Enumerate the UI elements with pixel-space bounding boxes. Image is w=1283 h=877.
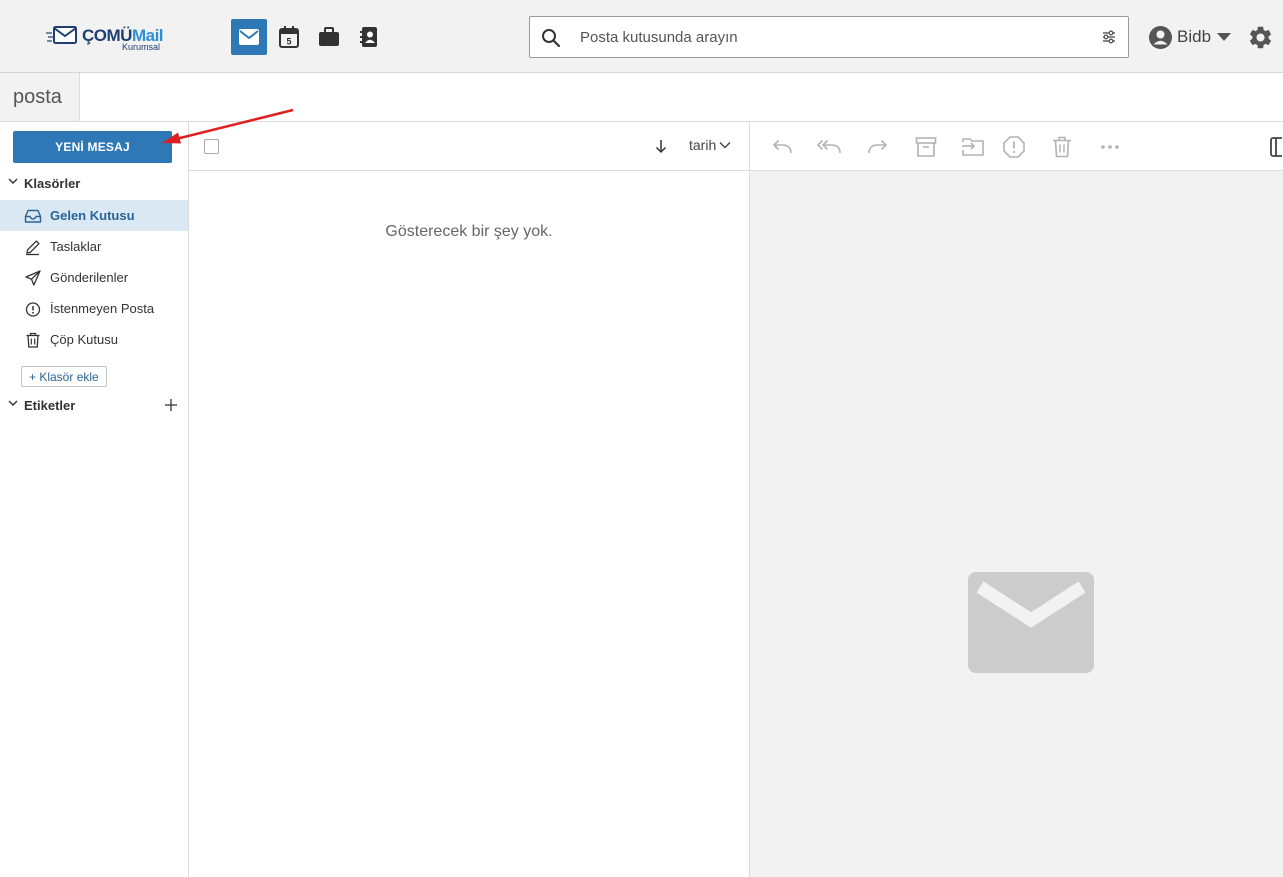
select-all-checkbox[interactable] <box>204 139 219 154</box>
folder-trash[interactable]: Çöp Kutusu <box>0 324 188 355</box>
caret-down-icon <box>1217 33 1232 41</box>
reply-all-icon <box>816 139 841 154</box>
move-folder-icon <box>962 138 984 156</box>
envelope-logo-icon <box>46 26 77 44</box>
top-bar: ÇOMÜMail Kurumsal 5 Posta kutusunda aray… <box>0 0 1283 73</box>
add-folder-button[interactable]: + Klasör ekle <box>21 366 107 387</box>
user-avatar-icon <box>1149 25 1172 49</box>
more-actions-button[interactable] <box>1097 134 1123 160</box>
address-book-icon <box>360 27 377 47</box>
pencil-icon <box>26 240 40 256</box>
archive-button[interactable] <box>913 134 939 160</box>
mark-spam-button[interactable] <box>1001 134 1027 160</box>
folder-inbox[interactable]: Gelen Kutusu <box>0 200 188 231</box>
user-name: Bidb <box>1177 27 1212 46</box>
message-preview-pane <box>750 122 1283 877</box>
user-menu[interactable]: Bidb <box>1149 25 1232 49</box>
more-horizontal-icon <box>1101 145 1119 149</box>
layout-columns-icon <box>1269 137 1282 157</box>
message-list-header: tarih <box>189 122 749 171</box>
brand-logo[interactable]: ÇOMÜMail Kurumsal <box>46 22 168 54</box>
briefcase-icon <box>319 27 339 46</box>
empty-list-message: Gösterecek bir şey yok. <box>385 223 553 240</box>
folder-sidebar: YENİ MESAJ Klasörler Gelen Kutusu Taslak… <box>0 122 189 877</box>
folder-label: Çöp Kutusu <box>50 332 118 347</box>
folder-list: Gelen Kutusu Taslaklar Gönderilenler İst… <box>0 200 188 355</box>
archive-icon <box>915 137 937 157</box>
forward-icon <box>868 139 888 154</box>
labels-section-header[interactable]: Etiketler <box>0 395 189 417</box>
gear-icon <box>1249 26 1272 49</box>
mail-app-button[interactable] <box>231 19 267 55</box>
folder-label: Gelen Kutusu <box>50 208 135 223</box>
trash-icon <box>26 332 40 348</box>
search-icon[interactable] <box>541 28 561 48</box>
calendar-day-badge: 5 <box>286 37 291 47</box>
trash-icon <box>1053 136 1071 158</box>
search-options-icon[interactable] <box>1102 30 1116 44</box>
add-label-icon[interactable] <box>164 398 178 412</box>
sort-direction-arrow-down-icon[interactable] <box>654 138 668 154</box>
sort-field-label: tarih <box>689 137 717 153</box>
spam-icon <box>1003 136 1025 158</box>
folders-header-label: Klasörler <box>24 176 81 191</box>
chevron-down-icon <box>8 400 18 406</box>
mail-search-box <box>529 16 1129 58</box>
settings-button[interactable] <box>1247 24 1274 56</box>
reply-all-button[interactable] <box>816 134 842 160</box>
folder-spam[interactable]: İstenmeyen Posta <box>0 293 188 324</box>
layout-toggle-button[interactable] <box>1268 134 1283 160</box>
tab-posta[interactable]: posta <box>0 73 80 121</box>
message-action-toolbar <box>750 122 1283 171</box>
section-tab-bar: posta <box>0 73 1283 122</box>
reply-button[interactable] <box>769 134 795 160</box>
folder-sent[interactable]: Gönderilenler <box>0 262 188 293</box>
envelope-placeholder-icon <box>968 572 1094 673</box>
contacts-app-button[interactable] <box>351 19 387 55</box>
chevron-down-icon <box>8 178 18 184</box>
message-list-pane: tarih Gösterecek bir şey yok. <box>189 122 750 877</box>
folder-label: Taslaklar <box>50 239 102 254</box>
labels-header-label: Etiketler <box>24 398 76 413</box>
delete-button[interactable] <box>1049 134 1075 160</box>
inbox-icon <box>24 209 42 223</box>
folder-label: Gönderilenler <box>50 270 129 285</box>
forward-button[interactable] <box>865 134 891 160</box>
chevron-down-icon <box>719 142 731 149</box>
calendar-icon: 5 <box>279 26 299 48</box>
briefcase-app-button[interactable] <box>311 19 347 55</box>
folders-section-header[interactable]: Klasörler <box>0 173 189 195</box>
send-icon <box>25 270 41 286</box>
reply-icon <box>772 139 792 154</box>
spam-icon <box>25 302 41 317</box>
move-to-folder-button[interactable] <box>960 134 986 160</box>
new-message-button[interactable]: YENİ MESAJ <box>13 131 172 163</box>
folder-label: İstenmeyen Posta <box>50 301 155 316</box>
calendar-app-button[interactable]: 5 <box>271 19 307 55</box>
search-input[interactable] <box>580 25 1080 49</box>
envelope-icon <box>239 29 259 45</box>
brand-subtitle: Kurumsal <box>122 42 161 52</box>
sort-field-dropdown[interactable]: tarih <box>689 137 731 153</box>
folder-drafts[interactable]: Taslaklar <box>0 231 188 262</box>
